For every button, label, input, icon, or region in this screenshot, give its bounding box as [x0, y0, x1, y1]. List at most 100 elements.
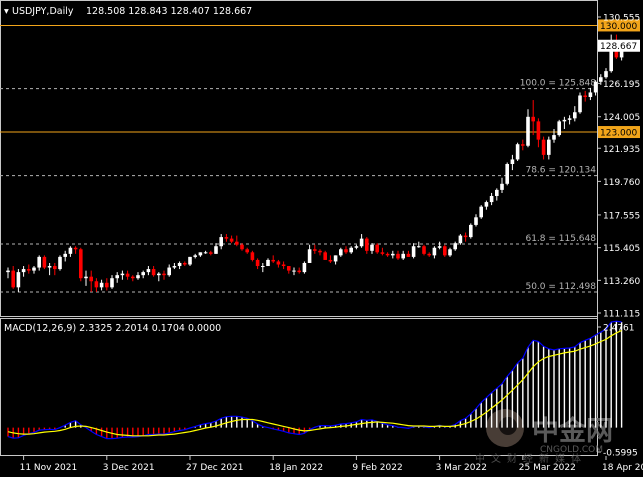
- price-tick-label: 126.195: [603, 80, 640, 90]
- candle: [479, 205, 483, 219]
- candle-body: [255, 259, 260, 267]
- candle-body: [557, 121, 561, 136]
- candle-body: [89, 276, 93, 282]
- candle-body: [453, 243, 457, 250]
- candle-body: [193, 255, 197, 257]
- candle-body: [521, 144, 525, 146]
- candle-body: [474, 217, 478, 225]
- symbol-title: USDJPY,Daily: [12, 6, 74, 17]
- candle-body: [328, 259, 333, 262]
- candle: [505, 162, 509, 186]
- candle-body: [541, 139, 546, 155]
- candle-body: [94, 281, 99, 288]
- candle-body: [287, 266, 291, 271]
- candle: [469, 223, 473, 239]
- ohlc-values: 128.508 128.843 128.407 128.667: [86, 6, 252, 17]
- price-tick-label: 124.005: [603, 113, 640, 123]
- candle-body: [240, 244, 244, 250]
- candle-body: [167, 267, 171, 276]
- candle-body: [552, 135, 556, 140]
- candle-body: [385, 253, 390, 256]
- candle-body: [281, 264, 286, 267]
- candle-body: [292, 270, 296, 272]
- candle-body: [380, 252, 385, 254]
- candle-body: [567, 118, 572, 120]
- candle-body: [510, 159, 515, 165]
- candle-body: [198, 252, 203, 256]
- candle-body: [375, 244, 379, 253]
- candle-body: [354, 246, 359, 248]
- candle-body: [489, 195, 494, 203]
- candle-body: [578, 95, 582, 113]
- candle-body: [177, 262, 182, 267]
- candle-body: [203, 252, 208, 254]
- candle: [42, 255, 47, 270]
- price-tick-label: 119.760: [603, 178, 640, 188]
- candle-body: [469, 224, 473, 238]
- candle-body: [437, 246, 442, 248]
- candle-body: [146, 269, 151, 273]
- candle-body: [6, 270, 10, 273]
- candle: [515, 142, 520, 161]
- candle-body: [463, 235, 468, 238]
- candle-body: [484, 202, 489, 207]
- candle-body: [250, 252, 255, 260]
- symbol-ohlc-icon: ▾: [4, 6, 9, 17]
- candle: [302, 261, 307, 274]
- time-tick-label: 9 Feb 2022: [352, 463, 402, 473]
- candle-body: [99, 282, 104, 288]
- candle-body: [359, 238, 364, 247]
- candle-body: [427, 253, 431, 256]
- price-tick-label: 111.115: [603, 310, 640, 320]
- fib-label-3: 50.0 = 112.498: [525, 282, 596, 292]
- candle-body: [79, 249, 83, 279]
- candle-body: [458, 235, 463, 244]
- candle-body: [125, 273, 130, 277]
- candle-body: [307, 249, 312, 263]
- candle-body: [422, 246, 426, 254]
- candle-body: [151, 269, 156, 276]
- candle-body: [547, 139, 551, 155]
- trading-chart[interactable]: 130.000123.000 100.0 = 125.84878.6 = 120…: [0, 0, 643, 477]
- candle-body: [157, 273, 161, 276]
- candle-body: [37, 256, 41, 268]
- candle-body: [261, 266, 265, 268]
- price-tick-label: 130.555: [603, 14, 640, 24]
- candle-body: [32, 267, 36, 271]
- candle-body: [245, 249, 249, 253]
- candle: [58, 255, 62, 271]
- candle-body: [583, 95, 587, 98]
- candle-body: [58, 256, 62, 270]
- candle-body: [209, 252, 213, 254]
- fib-label-0: 100.0 = 125.848: [520, 79, 597, 89]
- candle-body: [162, 273, 166, 276]
- macd-tick-label: 2.4761: [603, 324, 635, 334]
- price-tick-label: 128.667: [600, 42, 637, 52]
- time-tick-label: 3 Mar 2022: [436, 463, 487, 473]
- candle-body: [68, 247, 73, 254]
- candle-body: [479, 206, 483, 218]
- candle-body: [21, 269, 26, 273]
- time-tick-label: 11 Nov 2021: [20, 463, 78, 473]
- candle: [557, 119, 561, 137]
- candle-body: [573, 112, 577, 119]
- time-tick-label: 18 Apr 2022: [602, 463, 643, 473]
- candle-body: [271, 259, 275, 262]
- candle-body: [406, 253, 411, 257]
- candle-body: [224, 237, 229, 239]
- candle-body: [53, 266, 57, 270]
- candle-body: [229, 238, 234, 242]
- candle-body: [500, 183, 504, 190]
- candle-body: [276, 261, 281, 265]
- candle-body: [27, 269, 31, 271]
- candle-body: [63, 253, 67, 257]
- candle-body: [515, 144, 520, 160]
- candle-body: [411, 246, 416, 257]
- candle-body: [604, 71, 608, 78]
- candle-body: [401, 253, 405, 259]
- candle-body: [432, 247, 437, 256]
- candle-body: [136, 275, 140, 279]
- candle-body: [396, 253, 400, 259]
- candle-body: [318, 250, 322, 253]
- candle-body: [235, 241, 239, 245]
